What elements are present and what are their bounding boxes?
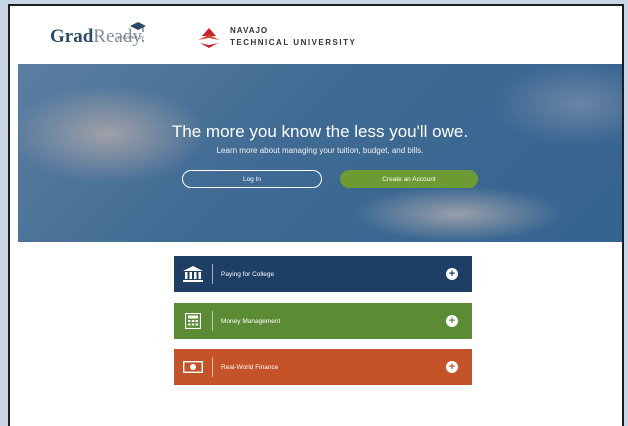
ntu-logo-icon (198, 28, 220, 48)
header-bar: Grad Ready. provided by NAVAJO TECHNICAL… (10, 6, 622, 64)
graduation-cap-icon (130, 22, 146, 32)
separator (212, 357, 213, 377)
login-button[interactable]: Log In (182, 170, 322, 188)
brand-primary: Grad (50, 26, 94, 47)
hero-subtitle: Learn more about managing your tuition, … (216, 146, 424, 155)
menu-real-world-finance[interactable]: Real-World Finance + (174, 349, 472, 385)
provided-by-text: provided by (118, 35, 144, 41)
menu-money-management[interactable]: Money Management + (174, 303, 472, 339)
expand-plus-icon[interactable]: + (446, 268, 458, 280)
partner-name-line2: TECHNICAL UNIVERSITY (230, 38, 357, 47)
menu-label: Real-World Finance (221, 363, 279, 371)
expand-plus-icon[interactable]: + (446, 361, 458, 373)
hero-banner: The more you know the less you'll owe. L… (18, 64, 622, 242)
menu-label: Paying for College (221, 270, 275, 278)
create-account-button[interactable]: Create an Account (340, 170, 478, 188)
separator (212, 264, 213, 284)
hero-title: The more you know the less you'll owe. (171, 122, 469, 141)
bank-icon (182, 265, 204, 283)
calculator-icon (182, 312, 204, 330)
expand-plus-icon[interactable]: + (446, 315, 458, 327)
menu-paying-for-college[interactable]: Paying for College + (174, 256, 472, 292)
menu-label: Money Management (221, 317, 281, 325)
money-bill-icon (182, 358, 204, 376)
partner-name-line1: NAVAJO (230, 26, 269, 35)
browser-screen: Grad Ready. provided by NAVAJO TECHNICAL… (8, 4, 624, 426)
separator (212, 311, 213, 331)
